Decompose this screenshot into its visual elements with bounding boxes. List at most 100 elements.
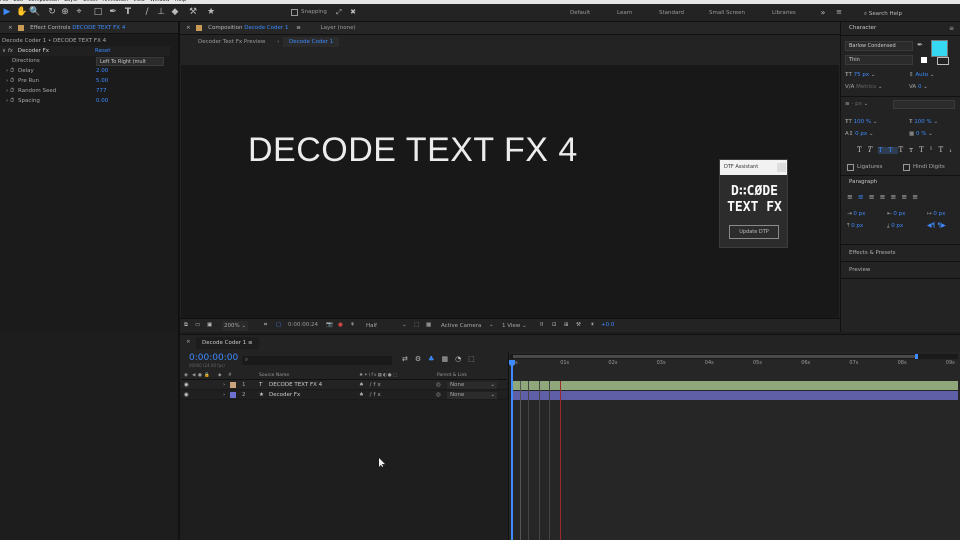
preview-panel[interactable]: Preview [849,267,870,273]
hindi-digits-checkbox[interactable] [903,164,910,171]
always-preview-icon[interactable]: ⧉ [184,319,188,332]
timeline-search-input[interactable]: ⌕ [242,356,392,365]
ligatures-checkbox[interactable] [847,164,854,171]
search-help-field[interactable]: ⌕ Search Help [864,9,954,20]
show-snapshot-icon[interactable]: ● [338,319,343,332]
first-line-field[interactable]: ↦ 0 px [927,209,945,219]
pan-behind-icon[interactable]: ⌖ [74,7,84,18]
eyedropper-icon[interactable]: ✒ [917,41,923,49]
pickwhip-icon[interactable]: ◎ [436,381,441,390]
workspace-default[interactable]: Default [570,10,590,16]
indent-left-field[interactable]: ⇥ 0 px [847,209,865,219]
playhead[interactable] [511,361,513,540]
vertical-scale-field[interactable]: 𝐓T 100 % ⌄ [845,117,878,127]
transparency-icon[interactable]: ▦ [426,319,431,332]
frame-blend-icon[interactable]: ▦ [441,355,455,363]
horizontal-scale-field[interactable]: 𝐓 100 % ⌄ [909,117,938,127]
timeline-icon[interactable]: ⊞ [564,319,569,332]
visibility-eye-icon[interactable]: ◉ [184,381,189,390]
motion-blur-icon[interactable]: ◔ [455,355,468,363]
menu-item-view[interactable]: View [133,0,145,3]
tsume-field[interactable]: ▦ 0 % ⌄ [909,129,933,139]
time-ruler[interactable]: 0s01s02s03s04s05s06s07s08s09s [508,352,960,372]
current-time[interactable]: 0:00:00:24 [288,319,318,332]
timeline-current-time[interactable]: 0:00:00:00 [189,353,238,363]
menu-item-edit[interactable]: Edit [13,0,23,3]
param-row-random-seed[interactable]: › ⏱ Random Seed 777 [6,86,166,96]
layer-name[interactable]: Decoder Fx [269,391,300,400]
workspace-learn[interactable]: Learn [617,10,632,16]
crumb-preview[interactable]: Decoder Text Fx Preview [198,36,265,48]
zoom-tool-icon[interactable]: 🔍 [29,7,40,18]
timeline-menu-icon[interactable]: ≡ [248,340,253,346]
layer-switches[interactable]: ♠ /fx [359,381,383,390]
table-row[interactable]: ◉ › 1 T DECODE TEXT FX 4 ♠ /fx ◎ None ⌄ [181,381,507,390]
menu-item-effect[interactable]: Effect [83,0,97,3]
comp-title-text[interactable]: DECODE TEXT FX 4 [248,131,578,170]
workspace-menu-icon[interactable]: ≡ [834,7,844,18]
timeline-switches[interactable]: ⇄⚙♣▦◔⬚ [402,355,482,363]
hand-tool-icon[interactable]: ✋ [16,7,27,18]
stopwatch-icon[interactable]: › ⏱ [6,98,14,104]
expand-chevron-icon[interactable]: › [223,391,225,400]
param-row-spacing[interactable]: › ⏱ Spacing 0.00 [6,96,166,106]
audio-icon[interactable]: ◀ [192,371,195,380]
brush-tool-icon[interactable]: ∕ [142,7,152,18]
monitor-icon[interactable]: ▭ [195,319,200,332]
crumb-current[interactable]: Decode Coder 1 [283,37,340,47]
layer-bar[interactable] [512,381,958,390]
lock-column-icon[interactable]: 🔒 [204,371,210,380]
exposure-reset-icon[interactable]: ☀ [590,319,595,332]
timeline-tab[interactable]: Decode Coder 1 ≡ [196,337,259,349]
snapshot-icon[interactable]: 📷 [326,319,333,332]
stroke-style-dropdown[interactable] [893,100,955,109]
zoom-dropdown[interactable]: 200% ⌄ [222,321,249,331]
stroke-width-field[interactable]: ≡ - px ⌄ [845,99,868,109]
update-dtp-button[interactable]: Update DTP [729,225,779,239]
color-channel-icon[interactable]: ⚘ [350,319,355,332]
grid-icon[interactable]: ⌗ [264,319,267,332]
rotate-tool-icon[interactable]: ↻ [47,7,57,18]
workspace-standard[interactable]: Standard [659,10,684,16]
fast-preview-icon[interactable]: ⊡ [552,319,557,332]
table-row[interactable]: ◉ › 2 ★ Decoder Fx ♠ /fx ◎ None ⌄ [181,391,507,400]
stopwatch-icon[interactable]: › ⏱ [6,78,14,84]
clone-stamp-icon[interactable]: ⊥ [156,7,166,18]
menu-item-file[interactable]: File [0,0,8,3]
rectangle-tool-icon[interactable]: □ [93,7,103,18]
close-icon[interactable]: × [186,339,191,345]
region-of-interest-icon[interactable]: ⬚ [414,319,419,332]
composition-tab[interactable]: × Composition Decode Coder 1 ≡ Layer (no… [180,22,840,35]
directions-dropdown[interactable]: Left To Right (mult [96,57,164,66]
text-style-buttons[interactable]: TTTTTᴛT¹T₁ [857,146,958,154]
menu-item-window[interactable]: Window [150,0,170,3]
comp-flowchart-icon[interactable]: ⇄ [402,355,415,363]
source-name-header[interactable]: Source Name [259,371,289,380]
indent-right-field[interactable]: ⇤ 0 px [887,209,905,219]
workspace-libraries[interactable]: Libraries [772,10,796,16]
font-size-field[interactable]: 𝐓T 75 px ⌄ [845,70,876,80]
composition-menu-icon[interactable]: ≡ [296,25,301,31]
param-row-pre-run[interactable]: › ⏱ Pre Run 5.00 [6,76,166,86]
parent-link-header[interactable]: Parent & Link [437,371,467,380]
paragraph-align-buttons[interactable]: ≡≡≡≡≡≡≡ [847,193,923,201]
panel-menu-icon[interactable]: ≡ [949,25,954,32]
visibility-eye-icon[interactable]: ◉ [184,391,189,400]
tracking-field[interactable]: VA 0 ⌄ [909,82,928,92]
parent-dropdown[interactable]: None ⌄ [447,382,497,389]
effect-controls-tab[interactable]: × Effect Controls DECODE TEXT FX 4 [0,22,178,34]
label-color-swatch[interactable] [230,382,236,388]
type-tool-icon[interactable]: T [123,7,133,18]
exposure-value[interactable]: +0.0 [601,319,614,332]
dtf-close-icon[interactable] [777,163,786,172]
close-icon[interactable]: × [8,25,13,31]
draft-3d-icon[interactable]: ⚙ [415,355,428,363]
space-before-field[interactable]: ⤒ 0 px [847,221,863,231]
mask-icon[interactable]: ▣ [207,319,212,332]
more-workspaces-icon[interactable]: » [818,7,828,18]
selection-tool-icon[interactable]: ▶ [2,7,12,18]
label-color-swatch[interactable] [230,392,236,398]
pen-tool-icon[interactable]: ✒ [108,7,118,18]
menu-item-help[interactable]: Help [175,0,186,3]
close-icon[interactable]: × [186,25,191,31]
